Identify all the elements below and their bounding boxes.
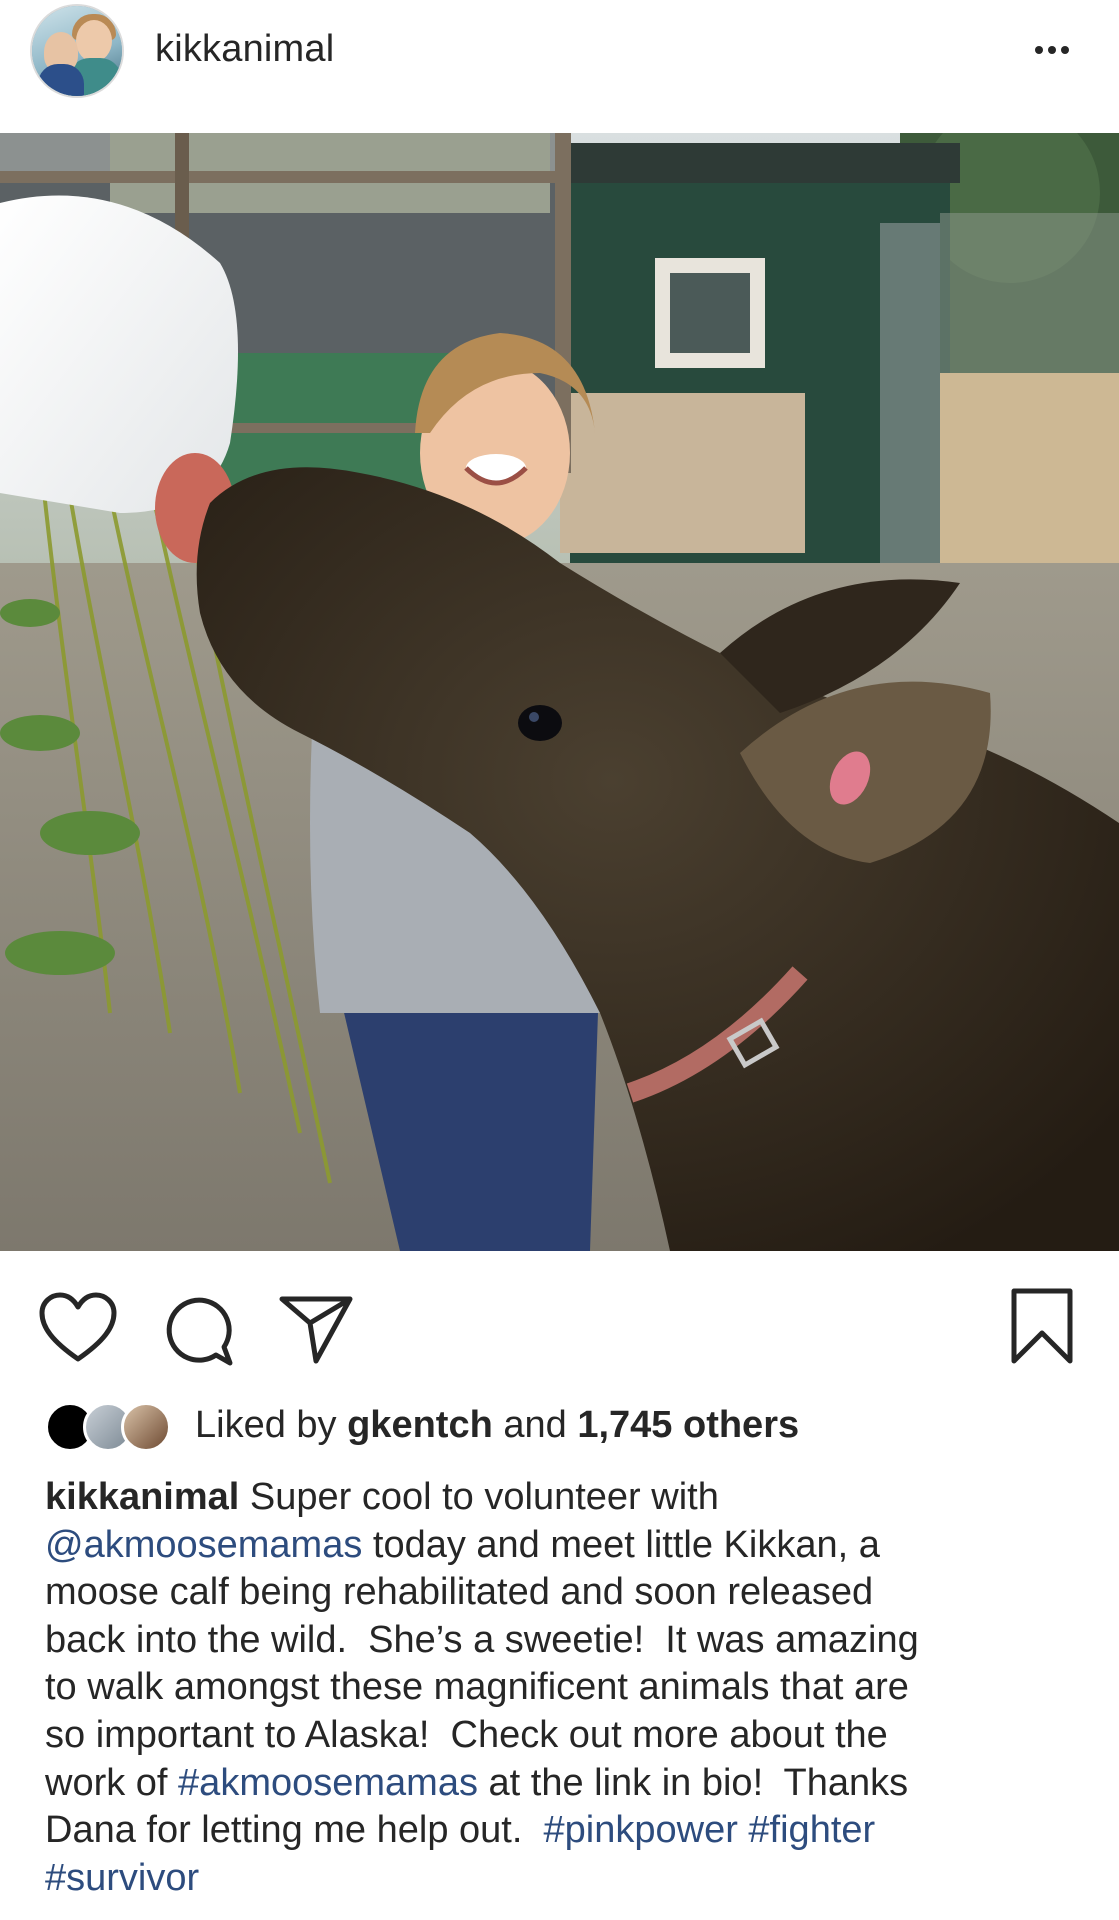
caption-text (738, 1809, 749, 1851)
more-dot (1061, 46, 1069, 54)
action-bar (0, 1251, 1119, 1401)
likes-mid: and (492, 1404, 578, 1446)
post-username[interactable]: kikkanimal (155, 28, 334, 71)
post-photo[interactable] (0, 133, 1119, 1251)
likes-row[interactable]: Liked by gkentch and 1,745 others (40, 1398, 1100, 1454)
caption-hashtag-link[interactable]: #fighter (748, 1809, 875, 1851)
caption-hashtag-link[interactable]: #akmoosemamas (178, 1762, 478, 1804)
more-dot (1048, 46, 1056, 54)
likes-prefix: Liked by (195, 1404, 348, 1446)
more-options-icon[interactable] (1020, 30, 1084, 70)
comment-icon[interactable] (160, 1293, 236, 1369)
avatar-face-adult (76, 20, 112, 62)
liker-avatars (45, 1400, 180, 1454)
caption-hashtag-link[interactable]: @akmoosemamas (45, 1524, 362, 1566)
post-header: kikkanimal (0, 0, 1119, 130)
caption-hashtag-link[interactable]: #survivor (45, 1857, 199, 1899)
photo-illustration (0, 133, 1119, 1251)
profile-avatar[interactable] (30, 4, 124, 98)
avatar-body-child (38, 64, 84, 96)
paper-plane-icon[interactable] (278, 1293, 354, 1365)
liker-avatar (121, 1402, 171, 1452)
bookmark-icon[interactable] (1010, 1287, 1074, 1365)
heart-icon[interactable] (38, 1291, 118, 1367)
likes-text[interactable]: Liked by gkentch and 1,745 others (195, 1404, 799, 1447)
caption-hashtag-link[interactable]: #pinkpower (544, 1809, 738, 1851)
post-caption: kikkanimal Super cool to volunteer with … (45, 1474, 1085, 1902)
likes-count[interactable]: 1,745 others (577, 1404, 799, 1446)
more-dot (1035, 46, 1043, 54)
caption-text: Super cool to volunteer with (249, 1476, 719, 1518)
liker-username[interactable]: gkentch (347, 1404, 493, 1446)
caption-username[interactable]: kikkanimal (45, 1476, 239, 1518)
